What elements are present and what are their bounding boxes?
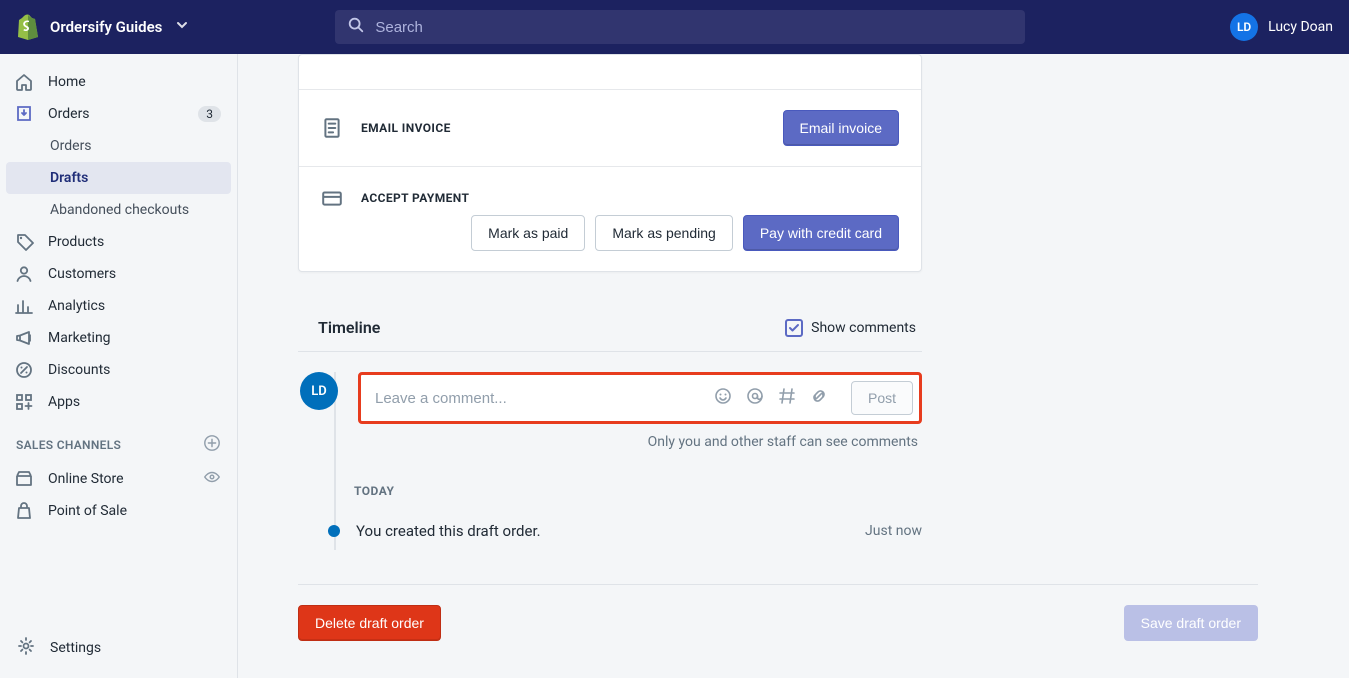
user-menu[interactable]: LD Lucy Doan — [1230, 13, 1333, 41]
sidebar-item-orders[interactable]: Orders 3 — [0, 98, 237, 130]
store-name: Ordersify Guides — [50, 18, 162, 36]
sidebar-item-products[interactable]: Products — [0, 226, 237, 258]
sidebar-item-apps[interactable]: Apps — [0, 386, 237, 418]
sidebar-item-drafts[interactable]: Drafts — [6, 162, 231, 194]
sidebar-item-label: Point of Sale — [48, 503, 127, 519]
comment-composer: Post — [358, 372, 922, 424]
sidebar-item-orders-sub[interactable]: Orders — [0, 130, 237, 162]
email-invoice-title: EMAIL INVOICE — [361, 121, 451, 135]
email-invoice-button[interactable]: Email invoice — [783, 110, 899, 146]
sidebar-item-label: Orders — [48, 106, 90, 122]
tag-icon — [14, 232, 34, 252]
sidebar-item-pos[interactable]: Point of Sale — [0, 495, 237, 527]
hashtag-icon[interactable] — [777, 386, 797, 410]
sidebar-item-label: Customers — [48, 266, 116, 282]
invoice-card: EMAIL INVOICE Email invoice ACCEPT PAYME… — [298, 54, 922, 272]
avatar: LD — [300, 372, 338, 410]
sidebar-item-label: Abandoned checkouts — [50, 202, 189, 218]
sidebar-item-label: Orders — [50, 138, 92, 154]
timeline-entry-text: You created this draft order. — [356, 522, 849, 540]
apps-icon — [14, 392, 34, 412]
show-comments-toggle[interactable]: Show comments — [785, 319, 916, 337]
sidebar-item-settings[interactable]: Settings — [0, 630, 237, 666]
sidebar-item-label: Marketing — [48, 330, 111, 346]
comment-input[interactable] — [375, 390, 713, 407]
timeline-entry-time: Just now — [865, 523, 922, 539]
orders-icon — [14, 104, 34, 124]
sidebar-item-label: Online Store — [48, 471, 124, 487]
topbar: Ordersify Guides LD Lucy Doan — [0, 0, 1349, 54]
show-comments-label: Show comments — [811, 320, 916, 336]
timeline-title: Timeline — [318, 318, 380, 337]
sidebar-item-label: Drafts — [50, 170, 88, 186]
discount-icon — [14, 360, 34, 380]
save-draft-button[interactable]: Save draft order — [1124, 605, 1258, 641]
megaphone-icon — [14, 328, 34, 348]
chevron-down-icon — [176, 19, 188, 35]
user-name: Lucy Doan — [1268, 19, 1333, 35]
mark-pending-button[interactable]: Mark as pending — [595, 215, 733, 251]
store-switcher[interactable]: Ordersify Guides — [16, 14, 188, 40]
view-store-icon[interactable] — [203, 468, 221, 490]
shopify-logo-icon — [16, 14, 40, 40]
bar-chart-icon — [14, 296, 34, 316]
credit-card-icon — [321, 187, 343, 209]
store-icon — [14, 469, 34, 489]
timeline: Timeline Show comments LD — [298, 318, 922, 550]
pay-credit-button[interactable]: Pay with credit card — [743, 215, 899, 251]
sidebar-item-label: Apps — [48, 394, 80, 410]
global-search[interactable] — [335, 10, 1025, 44]
email-invoice-section: EMAIL INVOICE Email invoice — [299, 89, 921, 166]
link-icon[interactable] — [809, 386, 829, 410]
gear-icon — [16, 636, 36, 660]
search-icon — [347, 16, 365, 38]
timeline-today-label: TODAY — [298, 484, 922, 498]
avatar: LD — [1230, 13, 1258, 41]
sidebar-item-analytics[interactable]: Analytics — [0, 290, 237, 322]
sidebar-item-online-store[interactable]: Online Store — [0, 463, 237, 495]
main-content: EMAIL INVOICE Email invoice ACCEPT PAYME… — [238, 54, 1349, 678]
mark-paid-button[interactable]: Mark as paid — [471, 215, 585, 251]
accept-payment-title: ACCEPT PAYMENT — [361, 191, 469, 205]
sidebar-item-label: Products — [48, 234, 104, 250]
sidebar-item-label: Settings — [50, 640, 101, 656]
sidebar-item-marketing[interactable]: Marketing — [0, 322, 237, 354]
home-icon — [14, 72, 34, 92]
sidebar-item-home[interactable]: Home — [0, 66, 237, 98]
section-title: SALES CHANNELS — [16, 438, 121, 452]
sidebar: Home Orders 3 Orders Drafts Abandoned ch… — [0, 54, 238, 678]
emoji-icon[interactable] — [713, 386, 733, 410]
post-button[interactable]: Post — [851, 381, 913, 415]
sidebar-item-abandoned[interactable]: Abandoned checkouts — [0, 194, 237, 226]
comment-visibility-note: Only you and other staff can see comment… — [298, 434, 922, 450]
add-channel-icon[interactable] — [203, 434, 221, 455]
checkbox-checked-icon — [785, 319, 803, 337]
sales-channels-header: SALES CHANNELS — [0, 418, 237, 463]
sidebar-item-label: Discounts — [48, 362, 110, 378]
person-icon — [14, 264, 34, 284]
sidebar-item-discounts[interactable]: Discounts — [0, 354, 237, 386]
orders-count-badge: 3 — [198, 106, 221, 122]
sidebar-item-label: Home — [48, 74, 86, 90]
page-footer: Delete draft order Save draft order — [298, 584, 1258, 641]
document-icon — [321, 117, 343, 139]
search-input[interactable] — [375, 19, 1013, 36]
sidebar-item-customers[interactable]: Customers — [0, 258, 237, 290]
delete-draft-button[interactable]: Delete draft order — [298, 605, 441, 641]
mention-icon[interactable] — [745, 386, 765, 410]
sidebar-item-label: Analytics — [48, 298, 105, 314]
timeline-entry: You created this draft order. Just now — [298, 522, 922, 540]
bag-icon — [14, 501, 34, 521]
timeline-dot-icon — [328, 525, 340, 537]
